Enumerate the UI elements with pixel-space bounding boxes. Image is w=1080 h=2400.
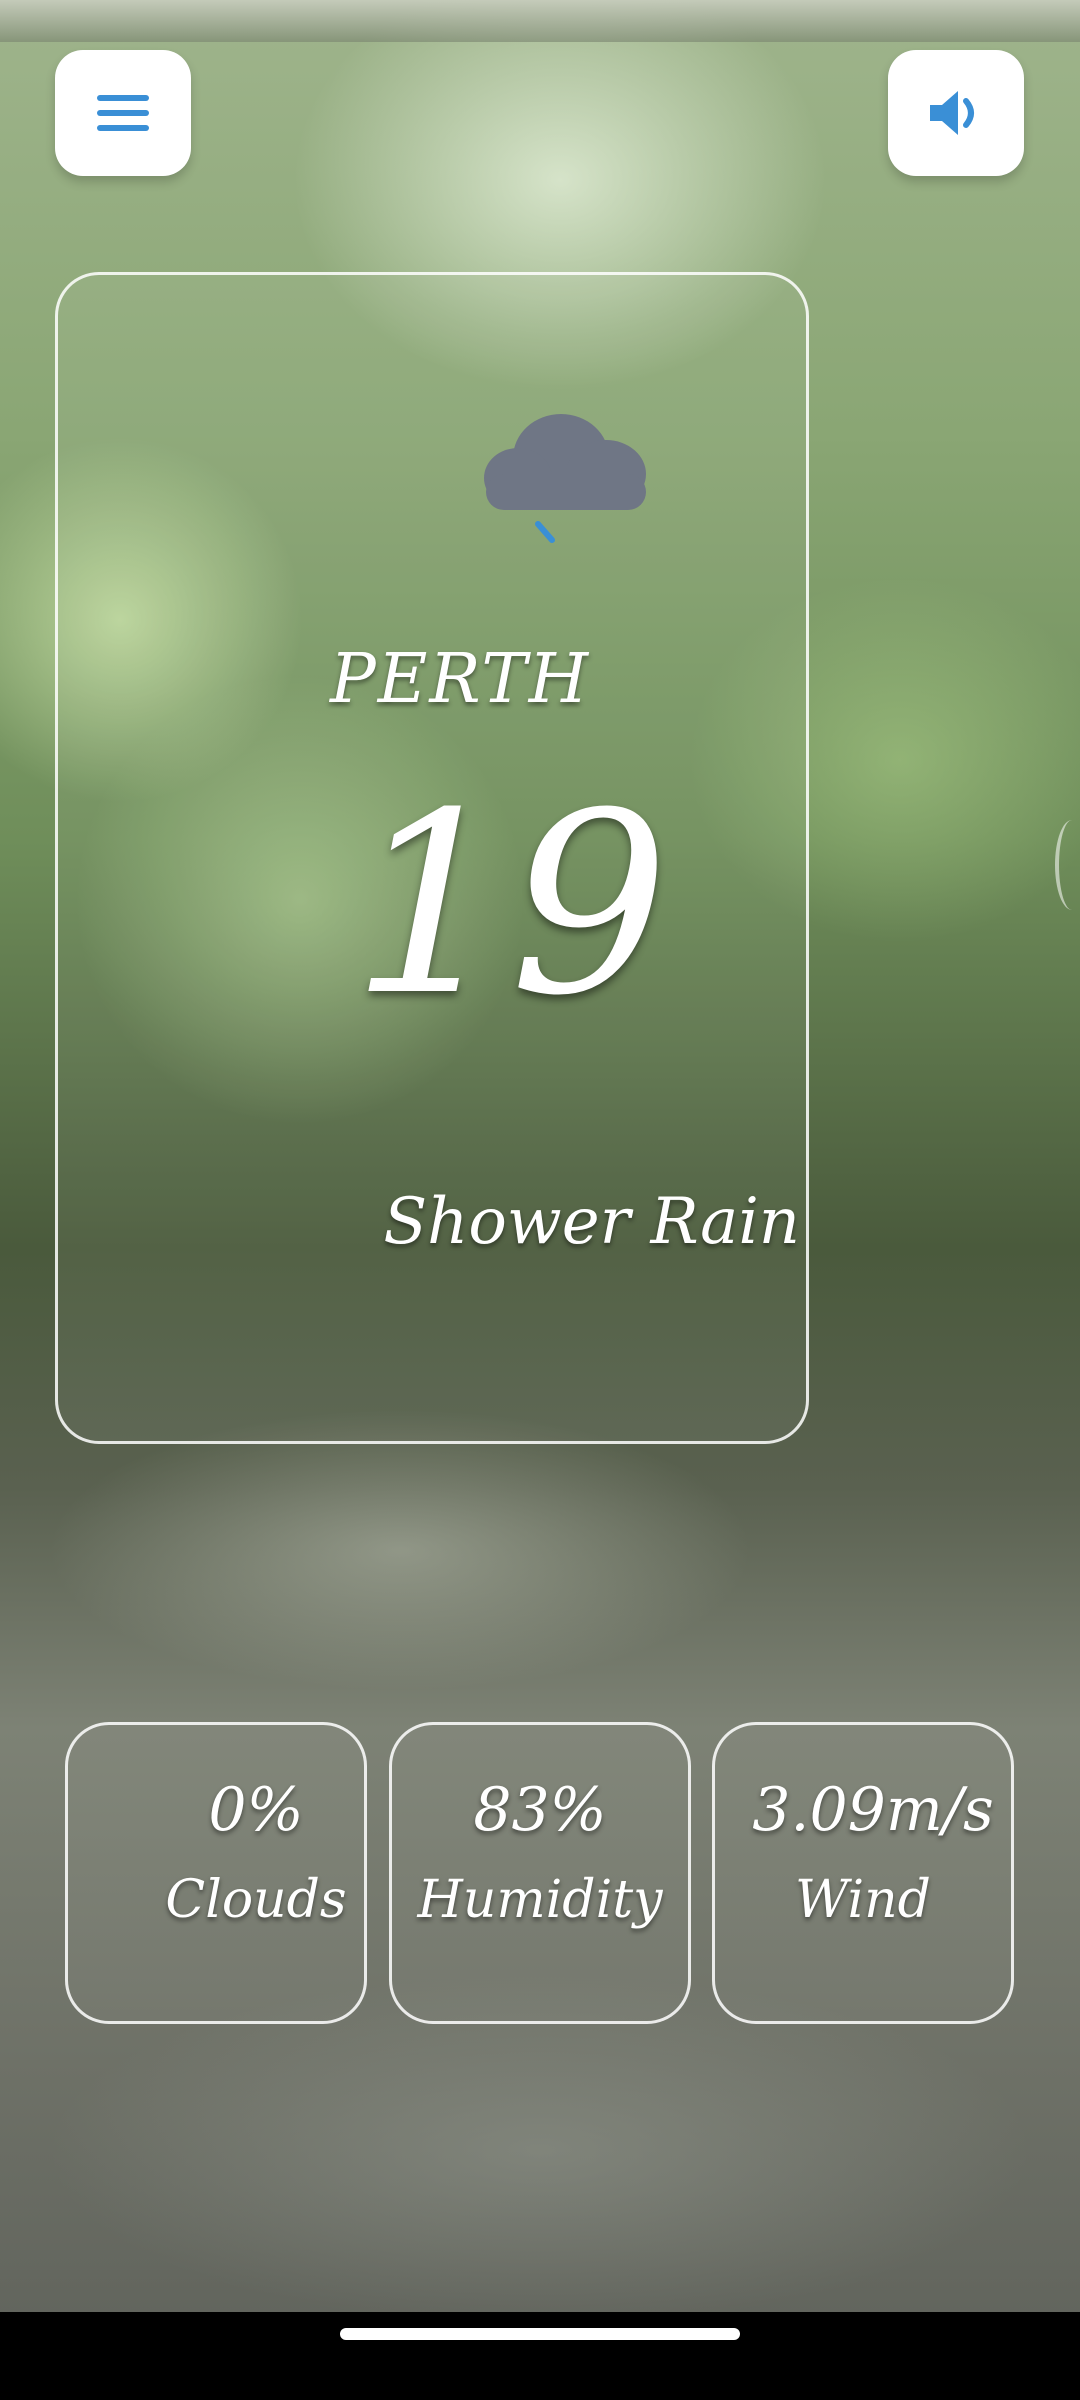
speaker-volume-icon <box>930 91 974 135</box>
temperature: 19 <box>350 759 670 1050</box>
navigation-bar <box>0 2312 1080 2400</box>
weather-condition: Shower Rain <box>383 1185 800 1259</box>
clouds-value: 0% <box>208 1775 304 1845</box>
wind-value: 3.09m/s <box>752 1775 994 1845</box>
clouds-card: 0% Clouds <box>65 1722 367 2024</box>
wind-card: 3.09m/s Wind <box>712 1722 1014 2024</box>
humidity-label: Humidity <box>417 1870 663 1930</box>
menu-button[interactable] <box>55 50 191 176</box>
humidity-card: 83% Humidity <box>389 1722 691 2024</box>
city-name: PERTH <box>329 640 591 719</box>
wind-label: Wind <box>795 1870 931 1930</box>
home-indicator[interactable] <box>340 2328 740 2340</box>
sound-button[interactable] <box>888 50 1024 176</box>
clouds-label: Clouds <box>165 1870 347 1930</box>
humidity-value: 83% <box>473 1775 607 1845</box>
status-bar <box>0 0 1080 42</box>
cloud-rain-icon <box>484 414 646 543</box>
hamburger-menu-icon <box>97 95 149 131</box>
